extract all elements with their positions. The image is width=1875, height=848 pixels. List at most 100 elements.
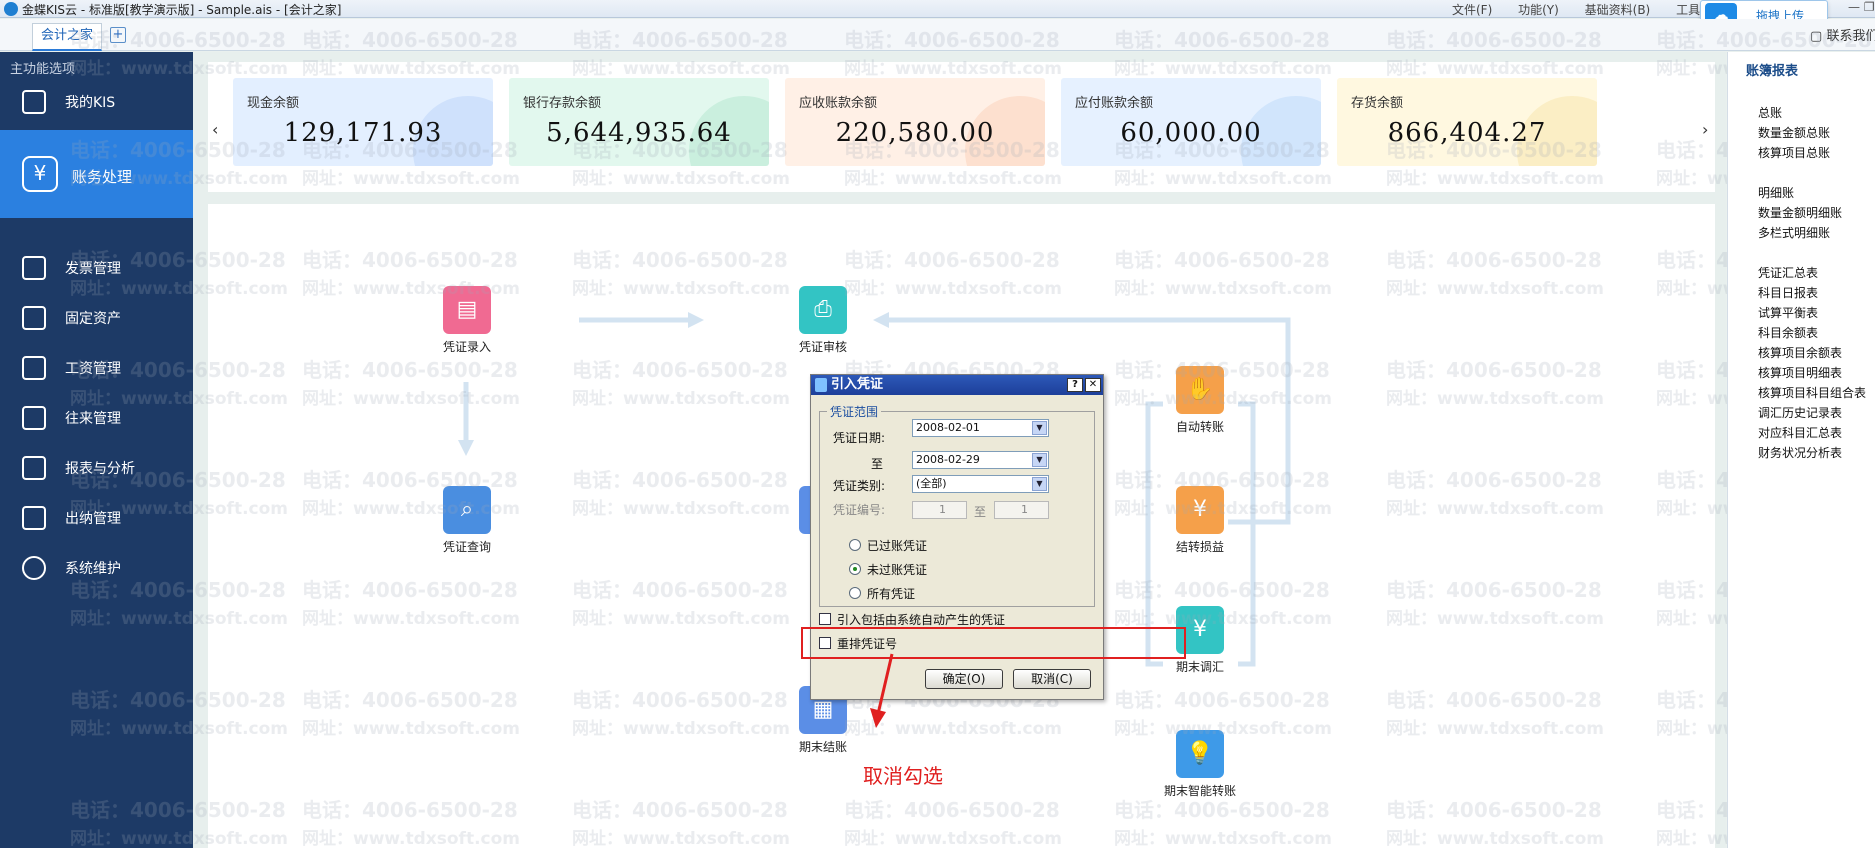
- radio-unposted[interactable]: [849, 563, 861, 575]
- report-link[interactable]: 总账: [1758, 104, 1782, 121]
- report-link[interactable]: 科目余额表: [1758, 324, 1818, 341]
- radio-all[interactable]: [849, 587, 861, 599]
- node-label: 凭证查询: [442, 540, 491, 554]
- card-value: 866,404.27: [1387, 118, 1547, 148]
- radio-posted[interactable]: [849, 539, 861, 551]
- title-bar: 金蝶KIS云 - 标准版[教学演示版] - Sample.ais - [会计之家…: [0, 0, 1875, 18]
- add-tab-icon[interactable]: +: [110, 27, 126, 43]
- card-inventory-balance[interactable]: 存货余额 866,404.27: [1337, 78, 1597, 166]
- number-label: 凭证编号:: [833, 503, 886, 517]
- node-auto-transfer[interactable]: ✋ 自动转账: [1150, 366, 1250, 435]
- sidebar-item-accounting[interactable]: ¥ 账务处理: [0, 130, 193, 218]
- close-button[interactable]: ✕: [1085, 378, 1101, 392]
- sidebar-item-label: 工资管理: [65, 361, 121, 377]
- to-label: 至: [871, 457, 884, 471]
- report-link[interactable]: 凭证汇总表: [1758, 264, 1818, 281]
- card-label: 银行存款余额: [523, 96, 602, 111]
- sidebar-item-label: 固定资产: [65, 311, 121, 327]
- sidebar-item-transactions[interactable]: 往来管理: [0, 394, 193, 444]
- node-smart-transfer[interactable]: 💡 期末智能转账: [1150, 730, 1250, 799]
- card-value: 60,000.00: [1120, 118, 1262, 148]
- dialog-title-bar: 引入凭证 ? ✕: [811, 375, 1103, 395]
- report-link[interactable]: 核算项目明细表: [1758, 364, 1842, 381]
- node-label: 期末结账: [798, 740, 847, 754]
- report-link[interactable]: 数量金额明细账: [1758, 204, 1842, 221]
- report-link[interactable]: 试算平衡表: [1758, 304, 1818, 321]
- menu-basic-data[interactable]: 基础资料(B): [1585, 3, 1651, 17]
- help-button[interactable]: ?: [1067, 378, 1083, 392]
- ok-button[interactable]: 确定(O): [925, 669, 1003, 689]
- contact-link[interactable]: ▢ 联系我们: [1810, 25, 1875, 44]
- card-cash-balance[interactable]: 现金余额 129,171.93: [233, 78, 493, 166]
- report-link[interactable]: 财务状况分析表: [1758, 444, 1842, 461]
- chevron-down-icon[interactable]: ▼: [1032, 453, 1047, 467]
- annotation-arrow-icon: [870, 653, 894, 728]
- window-controls[interactable]: — ❐: [1848, 0, 1875, 14]
- card-receivables-balance[interactable]: 应收账款余额 220,580.00: [785, 78, 1045, 166]
- node-label: 结转损益: [1175, 540, 1224, 554]
- asset-icon: [22, 306, 46, 330]
- report-link[interactable]: 明细账: [1758, 184, 1794, 201]
- pl-transfer-icon: ¥: [1176, 486, 1224, 534]
- report-link[interactable]: 对应科目汇总表: [1758, 424, 1842, 441]
- report-link[interactable]: 核算项目余额表: [1758, 344, 1842, 361]
- sidebar-item-reports[interactable]: 报表与分析: [0, 444, 193, 494]
- dialog-title: 引入凭证: [831, 377, 884, 392]
- sidebar-item-label: 发票管理: [65, 261, 121, 277]
- sidebar-item-salary[interactable]: 工资管理: [0, 344, 193, 394]
- cancel-button[interactable]: 取消(C): [1013, 669, 1091, 689]
- report-link[interactable]: 核算项目科目组合表: [1758, 384, 1866, 401]
- menu-bar: 文件(F) 功能(Y) 基础资料(B) 工具(T): [1430, 1, 1717, 18]
- transaction-icon: [22, 406, 46, 430]
- reports-panel-title: 账簿报表: [1746, 64, 1799, 79]
- window-title: 金蝶KIS云 - 标准版[教学演示版] - Sample.ais - [会计之家…: [22, 3, 342, 17]
- node-pl-transfer[interactable]: ¥ 结转损益: [1150, 486, 1250, 555]
- card-value: 220,580.00: [835, 118, 995, 148]
- chevron-down-icon[interactable]: ▼: [1032, 477, 1047, 491]
- voucher-range-label: 凭证范围: [827, 403, 882, 420]
- node-voucher-audit[interactable]: ⎙ 凭证审核: [773, 286, 873, 355]
- sidebar: 主功能选项 我的KIS ¥ 账务处理 发票管理 固定资产 工资管理 往来管理 报…: [0, 52, 193, 848]
- scroll-left-icon[interactable]: ‹: [212, 120, 218, 139]
- date-from-field[interactable]: 2008-02-01 ▼: [912, 419, 1049, 437]
- sidebar-item-label: 我的KIS: [65, 95, 116, 111]
- dialog-app-icon: [815, 378, 827, 392]
- sidebar-item-maintenance[interactable]: 系统维护: [0, 544, 193, 594]
- report-link[interactable]: 调汇历史记录表: [1758, 404, 1842, 421]
- report-link[interactable]: 核算项目总账: [1758, 144, 1830, 161]
- number-from-value: 1: [939, 503, 946, 516]
- card-payables-balance[interactable]: 应付账款余额 60,000.00: [1061, 78, 1321, 166]
- tab-accounting-home[interactable]: 会计之家: [32, 23, 102, 51]
- node-voucher-query[interactable]: ⌕ 凭证查询: [417, 486, 517, 555]
- report-link[interactable]: 数量金额总账: [1758, 124, 1830, 141]
- chart-icon: [22, 456, 46, 480]
- sidebar-item-invoice[interactable]: 发票管理: [0, 244, 193, 294]
- radio-unposted-label: 未过账凭证: [867, 563, 928, 577]
- node-voucher-entry[interactable]: ▤ 凭证录入: [417, 286, 517, 355]
- card-bank-balance[interactable]: 银行存款余额 5,644,935.64: [509, 78, 769, 166]
- number-to-value: 1: [1021, 503, 1028, 516]
- voucher-type-value: (全部): [916, 477, 947, 490]
- voucher-audit-icon: ⎙: [799, 286, 847, 334]
- number-from-stepper[interactable]: 1: [912, 501, 967, 519]
- report-link[interactable]: 多栏式明细账: [1758, 224, 1830, 241]
- menu-function[interactable]: 功能(Y): [1518, 3, 1559, 17]
- sidebar-item-label: 出纳管理: [65, 511, 121, 527]
- voucher-type-select[interactable]: (全部) ▼: [912, 475, 1049, 493]
- sidebar-item-cashier[interactable]: 出纳管理: [0, 494, 193, 544]
- radio-posted-label: 已过账凭证: [867, 539, 928, 553]
- include-auto-checkbox[interactable]: [819, 613, 831, 625]
- scroll-right-icon[interactable]: ›: [1702, 120, 1708, 139]
- type-label: 凭证类别:: [833, 479, 886, 493]
- node-label: 期末智能转账: [1163, 784, 1236, 798]
- node-label: 凭证录入: [442, 340, 491, 354]
- chevron-down-icon[interactable]: ▼: [1032, 421, 1047, 435]
- number-to-stepper[interactable]: 1: [994, 501, 1049, 519]
- report-link[interactable]: 科目日报表: [1758, 284, 1818, 301]
- sidebar-item-my-kis[interactable]: 我的KIS: [0, 78, 193, 128]
- voucher-query-icon: ⌕: [443, 486, 491, 534]
- date-to-field[interactable]: 2008-02-29 ▼: [912, 451, 1049, 469]
- menu-file[interactable]: 文件(F): [1452, 3, 1492, 17]
- sidebar-item-fixed-assets[interactable]: 固定资产: [0, 294, 193, 344]
- sidebar-item-label: 报表与分析: [65, 461, 135, 477]
